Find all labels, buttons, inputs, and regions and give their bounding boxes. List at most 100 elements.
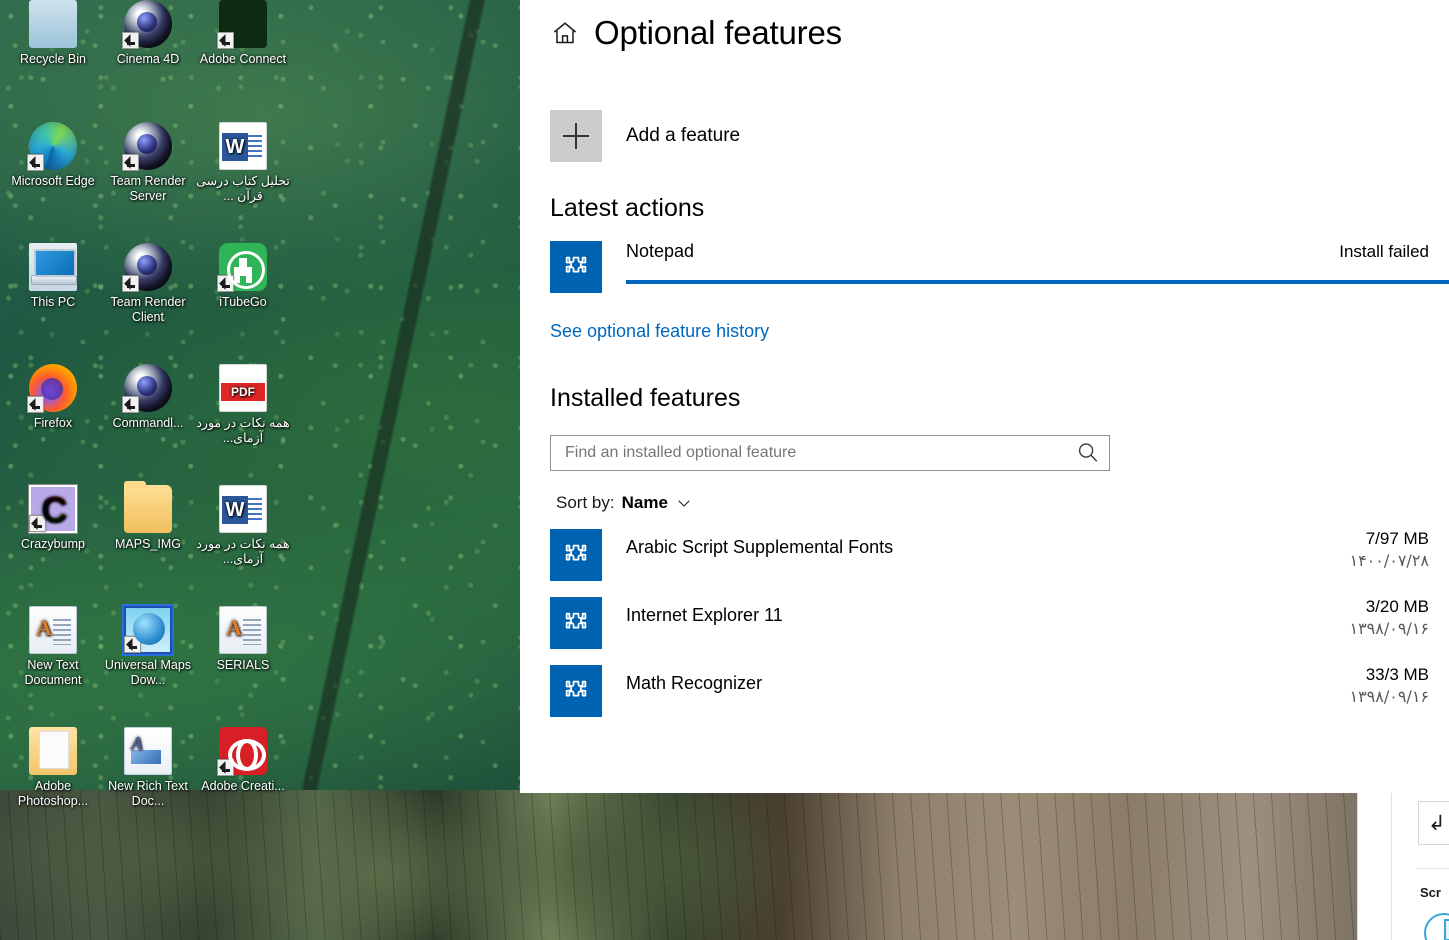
- desktop-icon-label: Adobe Connect: [199, 52, 287, 66]
- shortcut-overlay-icon: [217, 275, 234, 292]
- desktop-icon-label: Adobe Creati...: [201, 779, 285, 793]
- desktop-icon[interactable]: Recycle Bin: [6, 0, 100, 67]
- installed-feature-size: 7/97 MB: [1365, 529, 1429, 548]
- installed-feature-name: Math Recognizer: [626, 673, 763, 693]
- desktop-icon[interactable]: همه نکات در مورد آزمای...: [196, 364, 290, 446]
- latest-action-status: Install failed: [1339, 242, 1429, 261]
- c4d-icon: [122, 0, 172, 49]
- desktop-icon-label: Team Render Server: [110, 174, 186, 203]
- txt-icon: [29, 606, 77, 654]
- word-icon: [219, 122, 267, 170]
- desktop-icon[interactable]: Adobe Connect: [196, 0, 290, 67]
- desktop-icon[interactable]: همه نکات در مورد آزمای...: [196, 485, 290, 567]
- sort-by-label: Sort by:: [556, 493, 615, 512]
- desktop-icon[interactable]: تحلیل کتاب درسی قرآن ...: [196, 122, 290, 204]
- page-header: Optional features: [520, 0, 1449, 52]
- desktop-icon[interactable]: Commandl...: [101, 364, 195, 431]
- installed-feature-date: ۱۳۹۸/۰۹/۱۶: [1349, 687, 1429, 706]
- add-a-feature-button[interactable]: Add a feature: [550, 110, 1449, 162]
- shortcut-overlay-icon: [122, 275, 139, 292]
- chevron-down-icon[interactable]: [675, 494, 693, 512]
- optional-features-window[interactable]: Optional features Add a feature Latest a…: [520, 0, 1449, 793]
- latest-action-header: Notepad Install failed: [626, 241, 1449, 262]
- shortcut-overlay-icon: [217, 759, 234, 776]
- installed-feature-row[interactable]: Math Recognizer 33/3 MB ۱۳۹۸/۰۹/۱۶: [550, 665, 1449, 717]
- shortcut-overlay-icon: [124, 636, 141, 653]
- desktop-icon-label: Commandl...: [112, 416, 184, 430]
- installed-feature-name: Internet Explorer 11: [626, 605, 783, 625]
- desktop-icon-label: Firefox: [33, 416, 73, 430]
- bg-window-separator: [1416, 868, 1449, 869]
- desktop-icon-label: Team Render Client: [110, 295, 186, 324]
- rtf-icon: [124, 727, 172, 775]
- desktop-icon[interactable]: Adobe Photoshop...: [6, 727, 100, 809]
- desktop-icon[interactable]: Universal Maps Dow...: [101, 604, 195, 688]
- installed-feature-meta: 33/3 MB ۱۳۹۸/۰۹/۱۶: [1349, 665, 1449, 706]
- desktop-icon[interactable]: iTubeGo: [196, 243, 290, 310]
- pdf-icon: [219, 364, 267, 412]
- desktop-icon[interactable]: Team Render Server: [101, 122, 195, 204]
- shortcut-overlay-icon: [29, 515, 46, 532]
- edge-icon: [27, 122, 77, 171]
- crazy-icon: [29, 485, 77, 533]
- desktop-icon[interactable]: Adobe Creati...: [196, 727, 290, 794]
- cc-icon: [217, 727, 267, 776]
- sort-by-control[interactable]: Sort by: Name: [556, 493, 1449, 513]
- home-icon[interactable]: [550, 18, 580, 48]
- installed-features-list: Arabic Script Supplemental Fonts 7/97 MB ۱…: [520, 529, 1449, 717]
- txt-icon: [219, 606, 267, 654]
- desktop-icon[interactable]: New Rich Text Doc...: [101, 727, 195, 809]
- desktop-icon[interactable]: SERIALS: [196, 606, 290, 673]
- search-icon[interactable]: [1073, 438, 1103, 468]
- desktop-icon-label: Adobe Photoshop...: [17, 779, 89, 808]
- puzzle-icon: [550, 529, 602, 581]
- bg-window-blue-box: [1444, 919, 1449, 940]
- desktop-icon[interactable]: MAPS_IMG: [101, 481, 195, 552]
- sort-by-value: Name: [621, 493, 668, 512]
- shortcut-overlay-icon: [122, 32, 139, 49]
- latest-action-row[interactable]: Notepad Install failed: [550, 241, 1449, 293]
- puzzle-icon: [550, 597, 602, 649]
- shortcut-overlay-icon: [27, 154, 44, 171]
- firefox-icon: [27, 364, 77, 413]
- desktop-icon-label: iTubeGo: [219, 295, 267, 309]
- desktop-icon[interactable]: Microsoft Edge: [6, 122, 100, 189]
- desktop-icon-label: Universal Maps Dow...: [104, 658, 192, 687]
- desktop-icon[interactable]: This PC: [6, 243, 100, 310]
- installed-feature-row[interactable]: Arabic Script Supplemental Fonts 7/97 MB ۱…: [550, 529, 1449, 581]
- installed-feature-name: Arabic Script Supplemental Fonts: [626, 537, 894, 557]
- desktop-icon-label: همه نکات در مورد آزمای...: [196, 537, 290, 566]
- background-window[interactable]: ↲ Scr: [1357, 793, 1449, 940]
- desktop-icon-label: Cinema 4D: [116, 52, 180, 66]
- desktop-icon[interactable]: Crazybump: [6, 485, 100, 552]
- psfolder-icon: [29, 727, 77, 775]
- desktop-icon[interactable]: Team Render Client: [101, 243, 195, 325]
- page-title: Optional features: [594, 14, 842, 51]
- desktop-icon[interactable]: Cinema 4D: [101, 0, 195, 67]
- itube-icon: [217, 243, 267, 292]
- latest-action-name: Notepad: [626, 241, 695, 261]
- desktop-icon[interactable]: New Text Document: [6, 606, 100, 688]
- desktop-icon-label: SERIALS: [216, 658, 270, 672]
- desktop-icon[interactable]: Firefox: [6, 364, 100, 431]
- see-optional-feature-history-link[interactable]: See optional feature history: [550, 321, 769, 342]
- installed-feature-size: 3/20 MB: [1365, 597, 1429, 616]
- shortcut-overlay-icon: [122, 154, 139, 171]
- maps-icon: [122, 604, 174, 656]
- desktop-icon-label: This PC: [30, 295, 76, 309]
- c4d-icon: [122, 243, 172, 292]
- desktop-icon-label: تحلیل کتاب درسی قرآن ...: [196, 174, 290, 203]
- installed-feature-body: Math Recognizer 33/3 MB ۱۳۹۸/۰۹/۱۶: [626, 665, 1449, 706]
- progress-bar: [626, 280, 1449, 284]
- search-box[interactable]: [550, 435, 1110, 471]
- wallpaper-bridge-band: [0, 790, 1449, 940]
- latest-action-body: Notepad Install failed: [626, 241, 1449, 284]
- desktop-icon-label: New Text Document: [24, 658, 82, 687]
- installed-feature-date: ۱۳۹۸/۰۹/۱۶: [1349, 619, 1429, 638]
- desktop-icon-label: همه نکات در مورد آزمای...: [196, 416, 290, 445]
- installed-feature-row[interactable]: Internet Explorer 11 3/20 MB ۱۳۹۸/۰۹/۱۶: [550, 597, 1449, 649]
- bg-window-section-label: Scr: [1420, 885, 1441, 900]
- search-input[interactable]: [551, 444, 1073, 462]
- installed-features-heading: Installed features: [550, 384, 741, 412]
- desktop-icon-label: Microsoft Edge: [11, 174, 95, 188]
